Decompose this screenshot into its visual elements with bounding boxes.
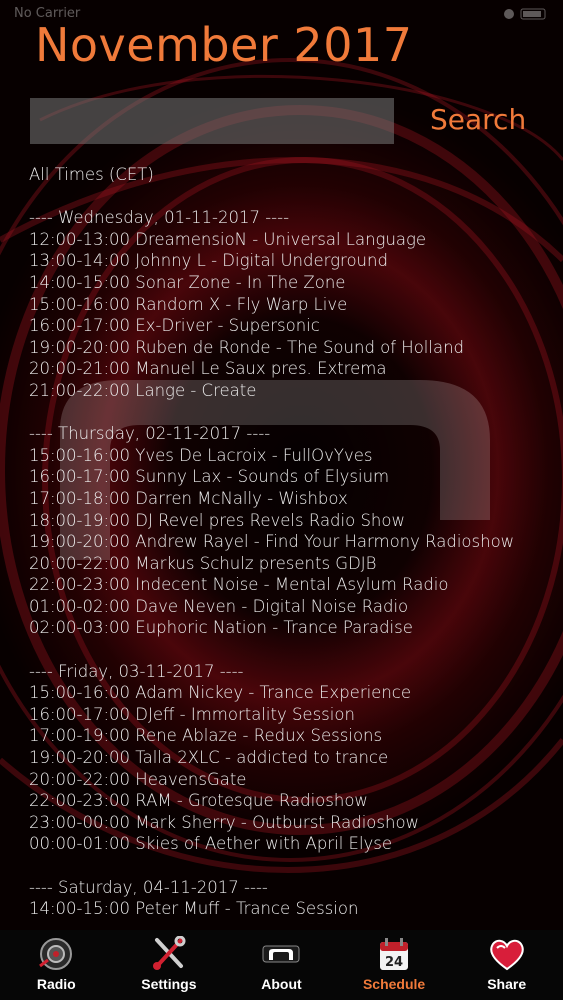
show-entry: 12:00-13:00 DreamensioN - Universal Lang… [29,229,427,249]
tools-icon [152,936,186,970]
tab-bar: Radio Settings About 24 Schedule Share [0,930,563,1000]
show-entry: 19:00-20:00 Andrew Rayel - Find Your Har… [29,532,515,552]
tab-schedule-label: Schedule [362,976,426,992]
tab-about[interactable]: About [225,930,338,1000]
show-entry: 20:00-22:00 HeavensGate [29,769,247,789]
timezone-note: All Times (CET) [29,165,154,184]
show-entry: 01:00-02:00 Dave Neven - Digital Noise R… [29,596,409,616]
show-entry: 19:00-20:00 Talla 2XLC - addicted to tra… [29,748,389,768]
search-input[interactable] [30,98,394,144]
show-entry: 19:00-20:00 Ruben de Ronde - The Sound o… [29,337,465,357]
show-entry: 15:00-16:00 Adam Nickey - Trance Experie… [29,683,412,703]
tab-share[interactable]: Share [450,930,563,1000]
tab-radio-label: Radio [36,976,76,992]
show-entry: 18:00-19:00 DJ Revel pres Revels Radio S… [29,510,405,530]
speaker-icon [39,938,73,970]
show-entry: 16:00-17:00 Sunny Lax - Sounds of Elysiu… [29,467,390,487]
day-header: ---- Friday, 03-11-2017 ---- [29,661,244,681]
day-header: ---- Saturday, 04-11-2017 ---- [29,877,268,897]
show-entry: 14:00-15:00 Sonar Zone - In The Zone [29,272,346,292]
day-header: ---- Wednesday, 01-11-2017 ---- [29,208,290,228]
show-entry: 22:00-23:00 Indecent Noise - Mental Asyl… [29,575,449,595]
tab-schedule[interactable]: 24 Schedule [338,930,451,1000]
show-entry: 14:00-15:00 Peter Muff - Trance Session [29,899,359,919]
day-header: ---- Thursday, 02-11-2017 ---- [29,424,271,444]
show-entry: 21:00-22:00 Lange - Create [29,380,257,400]
tab-radio[interactable]: Radio [0,930,113,1000]
show-entry: 13:00-14:00 Johnny L - Digital Undergrou… [29,251,388,271]
schedule-list: All Times (CET) ---- Wednesday, 01-11-20… [29,164,549,920]
show-entry: 23:00-00:00 Mark Sherry - Outburst Radio… [29,812,420,832]
show-entry: 15:00-16:00 Yves De Lacroix - FullOvYves [29,445,373,465]
tab-settings-label: Settings [141,976,197,992]
tab-share-label: Share [487,976,527,992]
ah-logo-icon [262,945,300,963]
show-entry: 17:00-19:00 Rene Ablaze - Redux Sessions [29,726,383,746]
search-button[interactable]: Search [430,103,526,136]
tab-about-label: About [261,976,302,992]
battery-icon [504,8,546,20]
show-entry: 00:00-01:00 Skies of Aether with April E… [29,834,393,854]
calendar-icon: 24 [380,938,409,970]
heart-icon [489,939,524,971]
show-entry: 02:00-03:00 Euphoric Nation - Trance Par… [29,618,413,638]
show-entry: 22:00-23:00 RAM - Grotesque Radioshow [29,791,368,811]
show-entry: 20:00-21:00 Manuel Le Saux pres. Extrema [29,359,387,379]
tab-settings[interactable]: Settings [113,930,226,1000]
show-entry: 17:00-18:00 Darren McNally - Wishbox [29,488,348,508]
calendar-day-number: 24 [385,955,403,970]
show-entry: 16:00-17:00 DJeff - Immortality Session [29,704,355,724]
show-entry: 16:00-17:00 Ex-Driver - Supersonic [29,316,320,336]
show-entry: 20:00-22:00 Markus Schulz presents GDJB [29,553,377,573]
page-title: November 2017 [35,18,413,72]
show-entry: 15:00-16:00 Random X - Fly Warp Live [29,294,348,314]
